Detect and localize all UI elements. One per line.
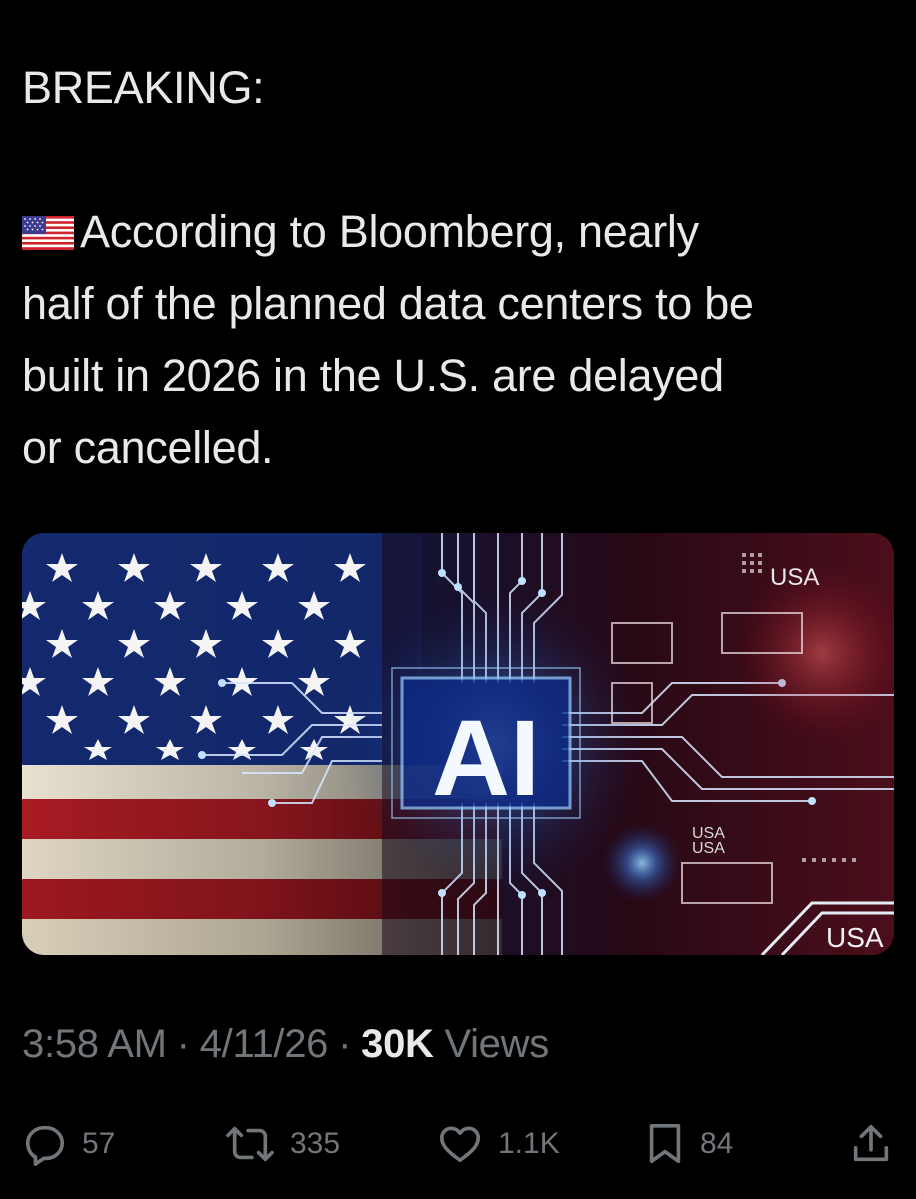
tweet-text: BREAKING: According to Bloomberg, nearly…: [22, 52, 902, 484]
tweet-body-line-2: half of the planned data centers to be: [22, 278, 754, 329]
us-flag-icon: [22, 199, 74, 250]
tweet-body-line-3: built in 2026 in the U.S. are delayed: [22, 350, 724, 401]
reply-icon: [25, 1125, 65, 1166]
share-icon: [853, 1124, 889, 1162]
tweet-date[interactable]: 4/11/26: [200, 1022, 329, 1066]
views-count[interactable]: 30K: [361, 1022, 434, 1066]
usa-label-top: USA: [770, 564, 819, 591]
usa-label-mid-2: USA: [692, 840, 725, 857]
bookmark-icon: [649, 1123, 681, 1164]
bookmark-count: 84: [700, 1127, 734, 1160]
like-count: 1.1K: [498, 1127, 560, 1160]
meta-separator: ·: [338, 1022, 352, 1066]
reply-button[interactable]: 57: [22, 1114, 115, 1174]
ai-usa-flag-artwork: AI USA USA USA USA: [22, 533, 894, 955]
tweet-body-line-4: or cancelled.: [22, 422, 274, 473]
tweet-media-image[interactable]: AI USA USA USA USA: [22, 533, 894, 955]
meta-separator: ·: [176, 1022, 190, 1066]
tweet-meta: 3:58 AM · 4/11/26 · 30K Views: [22, 1022, 549, 1067]
like-button[interactable]: 1.1K: [436, 1114, 560, 1174]
tweet-body-text-1: According to Bloomberg, nearly: [80, 206, 699, 257]
tweet-time[interactable]: 3:58 AM: [22, 1022, 167, 1066]
tweet-headline: BREAKING:: [22, 62, 265, 113]
heart-icon: [439, 1126, 481, 1163]
tweet-body-line-1: According to Bloomberg, nearly: [22, 196, 902, 268]
views-label[interactable]: Views: [444, 1022, 549, 1066]
repost-button[interactable]: 335: [224, 1114, 340, 1174]
bookmark-button[interactable]: 84: [644, 1114, 733, 1174]
tweet-action-bar: 57 335 1.1K 84: [0, 1114, 916, 1174]
repost-count: 335: [290, 1127, 341, 1160]
usa-label-bottom: USA: [826, 922, 884, 953]
ai-label: AI: [432, 697, 540, 818]
reply-count: 57: [82, 1127, 116, 1160]
share-button[interactable]: [848, 1114, 894, 1174]
repost-icon: [226, 1126, 274, 1162]
